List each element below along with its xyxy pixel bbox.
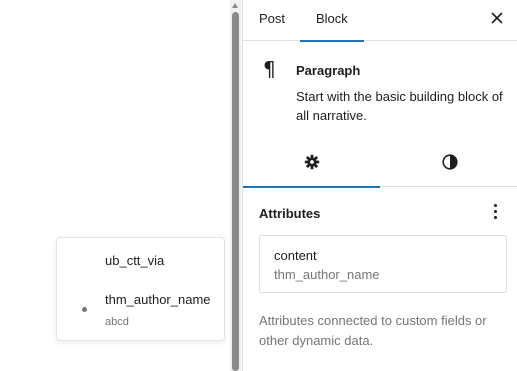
close-icon — [491, 12, 503, 24]
attributes-help-text: Attributes connected to custom fields or… — [259, 313, 487, 348]
paragraph-icon: ¶ — [263, 57, 276, 81]
settings-sidebar: Post Block ¶ Paragraph Start with the ba… — [242, 0, 517, 371]
suggestion-item-selected[interactable]: thm_author_name abcd — [57, 288, 224, 334]
attribute-binding-item[interactable]: content thm_author_name — [259, 235, 507, 293]
attributes-title: Attributes — [259, 206, 321, 221]
scrollbar-thumb[interactable] — [232, 12, 239, 371]
tab-settings[interactable] — [243, 141, 380, 188]
kebab-dot-icon — [493, 204, 497, 207]
block-inspector-tabs — [243, 141, 517, 188]
scroll-up-arrow-icon[interactable] — [232, 3, 238, 8]
tab-post[interactable]: Post — [243, 0, 301, 41]
suggestion-label: ub_ctt_via — [105, 253, 165, 268]
suggestion-sublabel: abcd — [105, 316, 129, 328]
half-circle-styles-icon — [442, 154, 458, 170]
suggestion-label: thm_author_name — [105, 292, 211, 307]
attribute-name: content — [274, 248, 317, 263]
custom-field-suggestions-popover: ub_ctt_via thm_author_name abcd — [56, 237, 225, 341]
kebab-dot-icon — [493, 216, 497, 219]
editor-canvas: ub_ctt_via thm_author_name abcd — [0, 0, 230, 371]
suggestion-item[interactable]: ub_ctt_via — [57, 248, 224, 278]
attribute-value: thm_author_name — [274, 267, 380, 282]
sidebar-tabs: Post Block — [243, 0, 517, 42]
block-title: Paragraph — [296, 63, 361, 78]
tab-block[interactable]: Block — [300, 0, 364, 42]
selected-dot-icon — [82, 307, 87, 312]
block-card: ¶ Paragraph Start with the basic buildin… — [243, 41, 517, 141]
canvas-scrollbar[interactable] — [230, 0, 241, 371]
attributes-options-button[interactable] — [489, 203, 501, 221]
tab-styles[interactable] — [381, 141, 517, 187]
close-sidebar-button[interactable] — [489, 10, 505, 26]
block-description: Start with the basic building block of a… — [296, 89, 503, 123]
gear-icon — [304, 154, 320, 170]
attributes-panel-header: Attributes — [243, 187, 517, 235]
kebab-dot-icon — [493, 210, 497, 213]
